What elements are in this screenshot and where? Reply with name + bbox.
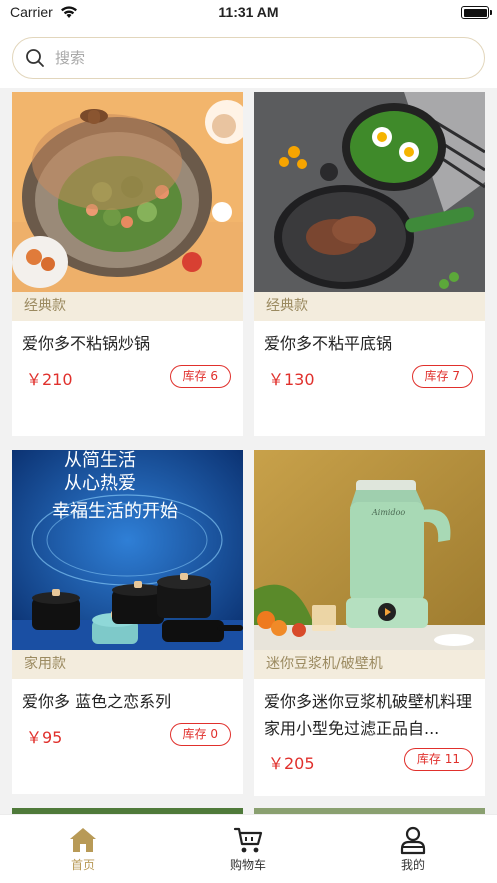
tab-cart-label: 购物车 — [229, 858, 266, 872]
product-price: ￥95 — [26, 728, 63, 747]
product-price: ￥210 — [26, 370, 73, 389]
banner-line-1: 从简生活 — [64, 450, 136, 471]
clock-time: 11:31 AM — [218, 4, 279, 20]
product-image-soymilk-blender[interactable]: Aimidoo — [254, 450, 485, 650]
cart-icon — [233, 827, 263, 853]
product-name: 爱你多 蓝色之恋系列 — [22, 692, 172, 711]
stock-badge: 库存 11 — [403, 748, 473, 771]
tab-cart[interactable]: 购物车 — [188, 825, 308, 873]
blender-brand-text: Aimidoo — [371, 508, 405, 517]
tab-me[interactable]: 我的 — [353, 825, 473, 873]
product-price: ￥130 — [268, 370, 315, 389]
product-category: 经典款 — [254, 292, 485, 321]
banner-line-2: 从心热爱 — [64, 473, 136, 494]
tab-bar: 首页 购物车 我的 — [0, 814, 497, 883]
product-name: 爱你多不粘锅炒锅 — [22, 334, 151, 353]
tab-me-label: 我的 — [400, 858, 425, 872]
user-icon — [400, 826, 426, 855]
product-image-wok[interactable] — [12, 92, 243, 292]
product-card[interactable]: 经典款 爱你多不粘锅炒锅 ￥210 库存 6 — [12, 92, 243, 436]
product-card[interactable]: Aimidoo 迷你豆浆机/破壁机 爱你多迷你豆浆机破壁机料理家用小型免过滤正品… — [254, 450, 485, 796]
product-name: 爱你多迷你豆浆机破壁机料理家用小型免过滤正品自... — [264, 692, 473, 738]
tab-home[interactable]: 首页 — [23, 825, 143, 873]
product-image-casserole-banner[interactable]: 从简生活 从心热爱 幸福生活的开始 — [12, 450, 243, 650]
tab-home-label: 首页 — [70, 858, 95, 872]
stock-badge: 库存 7 — [411, 365, 473, 388]
status-bar: Carrier 11:31 AM — [0, 0, 497, 28]
product-name: 爱你多不粘平底锅 — [264, 334, 393, 353]
search-input[interactable] — [55, 46, 455, 70]
product-image-frying-pan[interactable] — [254, 92, 485, 292]
banner-line-3: 幸福生活的开始 — [52, 501, 178, 522]
home-icon — [70, 828, 96, 852]
search-bar — [0, 28, 497, 88]
product-grid: 经典款 爱你多不粘锅炒锅 ￥210 库存 6 经典款 爱你多不粘平底锅 ￥130… — [12, 92, 485, 814]
product-card[interactable]: 从简生活 从心热爱 幸福生活的开始 家用款 爱你多 蓝色之恋系列 ￥95 库存 … — [12, 450, 243, 794]
product-card[interactable]: 经典款 爱你多不粘平底锅 ￥130 库存 7 — [254, 92, 485, 436]
stock-badge: 库存 6 — [169, 365, 231, 388]
battery-icon — [461, 6, 492, 19]
product-price: ￥205 — [268, 754, 315, 773]
product-category: 家用款 — [12, 650, 243, 679]
stock-badge: 库存 0 — [169, 723, 231, 746]
search-box[interactable] — [12, 37, 485, 79]
search-icon — [26, 49, 44, 67]
product-category: 迷你豆浆机/破壁机 — [254, 650, 485, 679]
product-category: 经典款 — [12, 292, 243, 321]
